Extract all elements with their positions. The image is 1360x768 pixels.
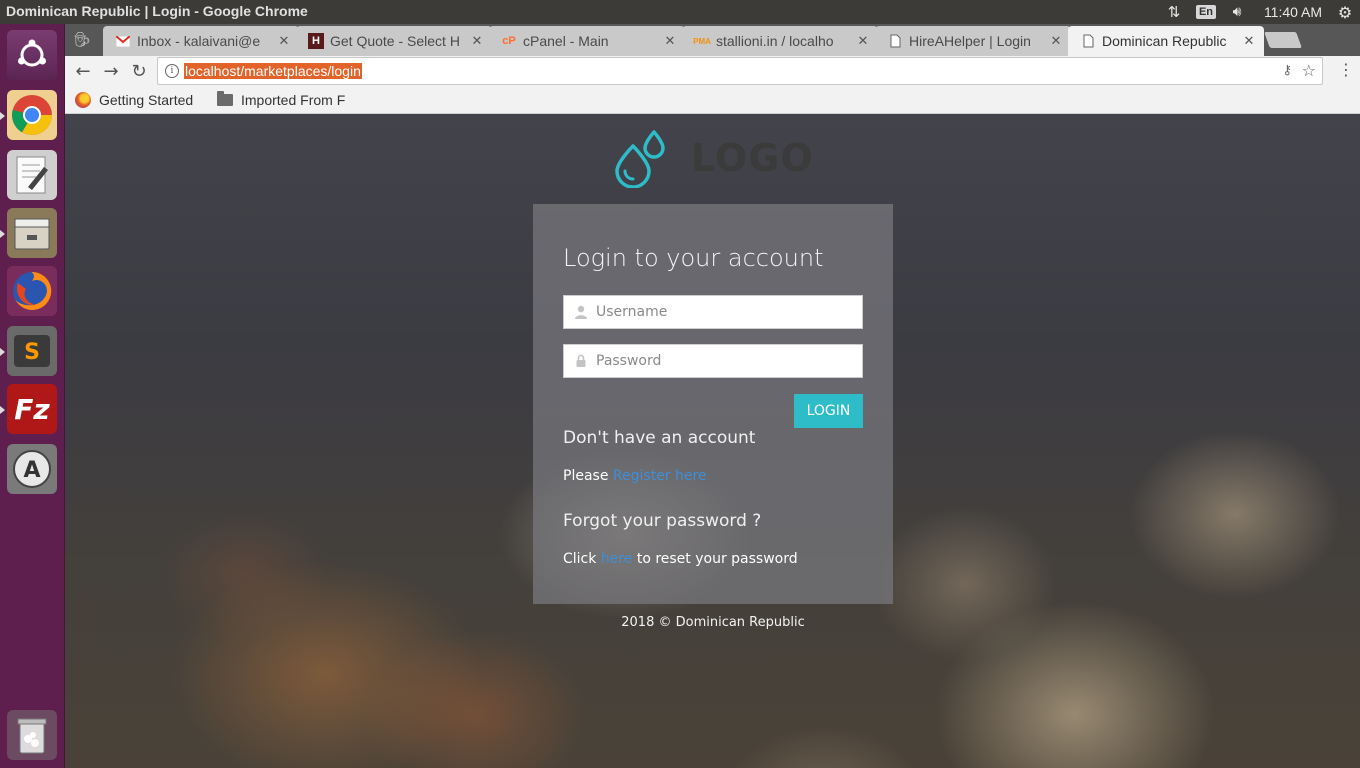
tab-close-icon[interactable]: ✕	[1240, 33, 1258, 49]
svg-text:Fz: Fz	[14, 393, 50, 426]
reset-password-line: Click here to reset your password	[563, 551, 798, 567]
back-button[interactable]: ←	[72, 60, 94, 82]
sublime-text-icon[interactable]: S	[0, 326, 57, 376]
tab-close-icon[interactable]: ✕	[1047, 33, 1065, 49]
browser-toolbar: ← → ↻ i localhost/marketplaces/login ⚷ ☆…	[65, 56, 1360, 86]
bookmarks-bar: Getting Started Imported From F	[65, 86, 1360, 114]
password-field[interactable]	[563, 344, 863, 378]
logo: LOGO	[611, 128, 814, 188]
cpanel-icon: cP	[502, 35, 516, 47]
tab-title: stallioni.in / localho	[716, 33, 834, 49]
keyboard-language-indicator[interactable]: En	[1195, 0, 1217, 24]
site-info-icon[interactable]: i	[165, 64, 179, 78]
tab-close-icon[interactable]: ✕	[661, 33, 679, 49]
tab-hireahelper[interactable]: HireAHelper | Login ✕	[875, 26, 1071, 56]
network-icon[interactable]: ⇅	[1163, 0, 1185, 24]
browser-menu-button[interactable]: ⋮	[1336, 60, 1356, 82]
svg-text:S: S	[24, 340, 40, 365]
window-title: Dominican Republic | Login - Google Chro…	[6, 3, 308, 19]
tab-strip: 🕵︎ Inbox - kalaivani@e ✕ H Get Quote - S…	[65, 24, 1360, 56]
tab-stallioni[interactable]: PMA stallioni.in / localho ✕	[682, 26, 878, 56]
clock[interactable]: 11:40 AM	[1260, 0, 1326, 24]
login-heading: Login to your account	[563, 244, 824, 272]
system-gear-icon[interactable]: ⚙	[1334, 0, 1356, 24]
password-input[interactable]	[596, 345, 858, 377]
username-input[interactable]	[596, 296, 858, 328]
reset-suffix: to reset your password	[632, 551, 798, 567]
h-icon: H	[308, 33, 324, 49]
trash-icon[interactable]	[7, 710, 57, 760]
tab-get-quote[interactable]: H Get Quote - Select H ✕	[296, 26, 492, 56]
username-field[interactable]	[563, 295, 863, 329]
reset-password-link[interactable]: here	[601, 551, 633, 567]
reload-button[interactable]: ↻	[128, 60, 150, 82]
tab-title: Inbox - kalaivani@e	[137, 33, 261, 49]
url-text[interactable]: localhost/marketplaces/login	[184, 63, 362, 79]
key-icon[interactable]: ⚷	[1282, 63, 1292, 78]
tab-cpanel[interactable]: cP cPanel - Main ✕	[489, 26, 685, 56]
page-icon	[887, 33, 903, 49]
firefox-launcher-icon[interactable]	[7, 266, 57, 316]
register-link[interactable]: Register here	[613, 468, 707, 484]
language-label: En	[1195, 5, 1217, 19]
tab-title: HireAHelper | Login	[909, 33, 1031, 49]
filezilla-icon[interactable]: Fz	[0, 384, 57, 434]
folder-icon	[217, 91, 233, 106]
forward-button[interactable]: →	[100, 60, 122, 82]
firefox-icon	[75, 92, 91, 108]
launcher: S Fz A	[0, 24, 65, 768]
software-updater-icon[interactable]: A	[7, 444, 57, 494]
chrome-launcher-icon[interactable]	[0, 90, 57, 140]
logo-drops-icon	[615, 130, 665, 188]
ubuntu-dash-icon[interactable]	[7, 30, 57, 80]
page-viewport: LOGO Login to your account LOGIN Don't h…	[65, 114, 1360, 768]
volume-icon[interactable]: 🔊︎	[1226, 0, 1248, 24]
bookmark-star-icon[interactable]: ☆	[1302, 61, 1316, 80]
bookmark-label: Imported From F	[241, 92, 346, 108]
tab-close-icon[interactable]: ✕	[275, 33, 293, 49]
gmail-icon	[115, 33, 131, 49]
logo-text: LOGO	[691, 136, 814, 180]
register-prefix: Please	[563, 468, 613, 484]
register-line: Please Register here	[563, 468, 707, 484]
user-icon	[574, 305, 588, 319]
login-button[interactable]: LOGIN	[794, 394, 863, 428]
reset-prefix: Click	[563, 551, 601, 567]
text-editor-icon[interactable]	[7, 150, 57, 200]
footer-copyright: 2018 © Dominican Republic	[621, 615, 805, 630]
phpmyadmin-icon: PMA	[693, 36, 711, 46]
tab-inbox[interactable]: Inbox - kalaivani@e ✕	[103, 26, 299, 56]
bookmark-label: Getting Started	[99, 92, 194, 108]
address-bar[interactable]: i localhost/marketplaces/login ⚷ ☆	[157, 57, 1323, 85]
new-tab-button[interactable]	[1264, 32, 1302, 48]
bookmark-getting-started[interactable]: Getting Started	[75, 90, 193, 110]
tab-close-icon[interactable]: ✕	[468, 33, 486, 49]
tab-title: Get Quote - Select H	[330, 33, 460, 49]
lock-icon	[574, 354, 588, 368]
forgot-password-heading: Forgot your password ?	[563, 511, 762, 531]
incognito-icon: 🕵︎	[73, 32, 91, 48]
login-card: Login to your account LOGIN Don't have a…	[533, 204, 893, 604]
files-icon[interactable]	[0, 208, 57, 258]
page-icon	[1080, 33, 1096, 49]
top-panel: Dominican Republic | Login - Google Chro…	[0, 0, 1360, 24]
no-account-heading: Don't have an account	[563, 428, 756, 448]
tab-title: Dominican Republic	[1102, 33, 1227, 49]
tab-dominican-republic[interactable]: Dominican Republic ✕	[1068, 26, 1264, 56]
svg-text:A: A	[23, 458, 40, 483]
bookmark-imported-folder[interactable]: Imported From F	[217, 90, 357, 110]
tab-title: cPanel - Main	[523, 33, 609, 49]
tab-close-icon[interactable]: ✕	[854, 33, 872, 49]
